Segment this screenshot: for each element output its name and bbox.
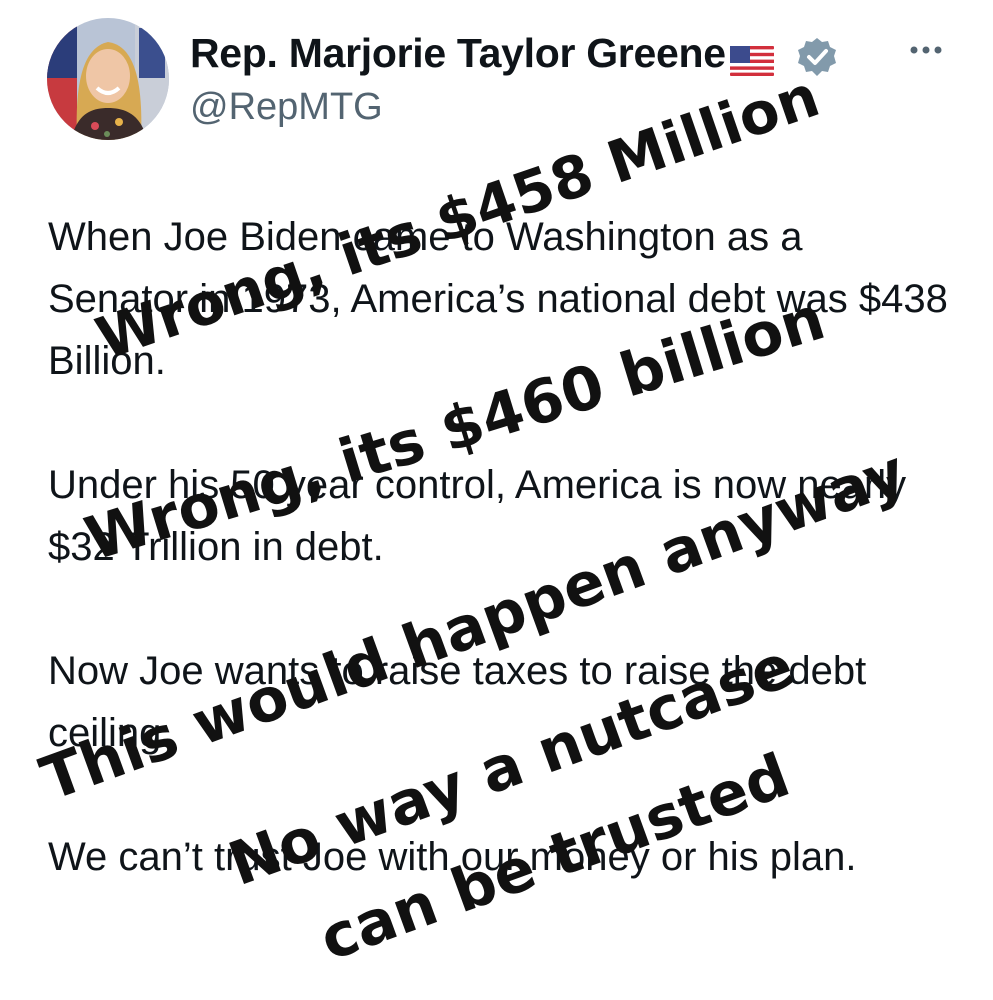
ellipsis-icon: [910, 46, 942, 54]
author-display-name[interactable]: Rep. Marjorie Taylor Greene: [190, 30, 774, 77]
display-name-text: Rep. Marjorie Taylor Greene: [190, 30, 726, 76]
author-avatar[interactable]: [47, 18, 169, 140]
profile-photo-icon: [47, 18, 169, 140]
us-flag-icon: [729, 39, 774, 76]
author-handle[interactable]: @RepMTG: [190, 86, 383, 129]
more-options-button[interactable]: [904, 30, 948, 70]
tweet-card: Rep. Marjorie Taylor Greene @RepMTG When…: [0, 0, 993, 1000]
